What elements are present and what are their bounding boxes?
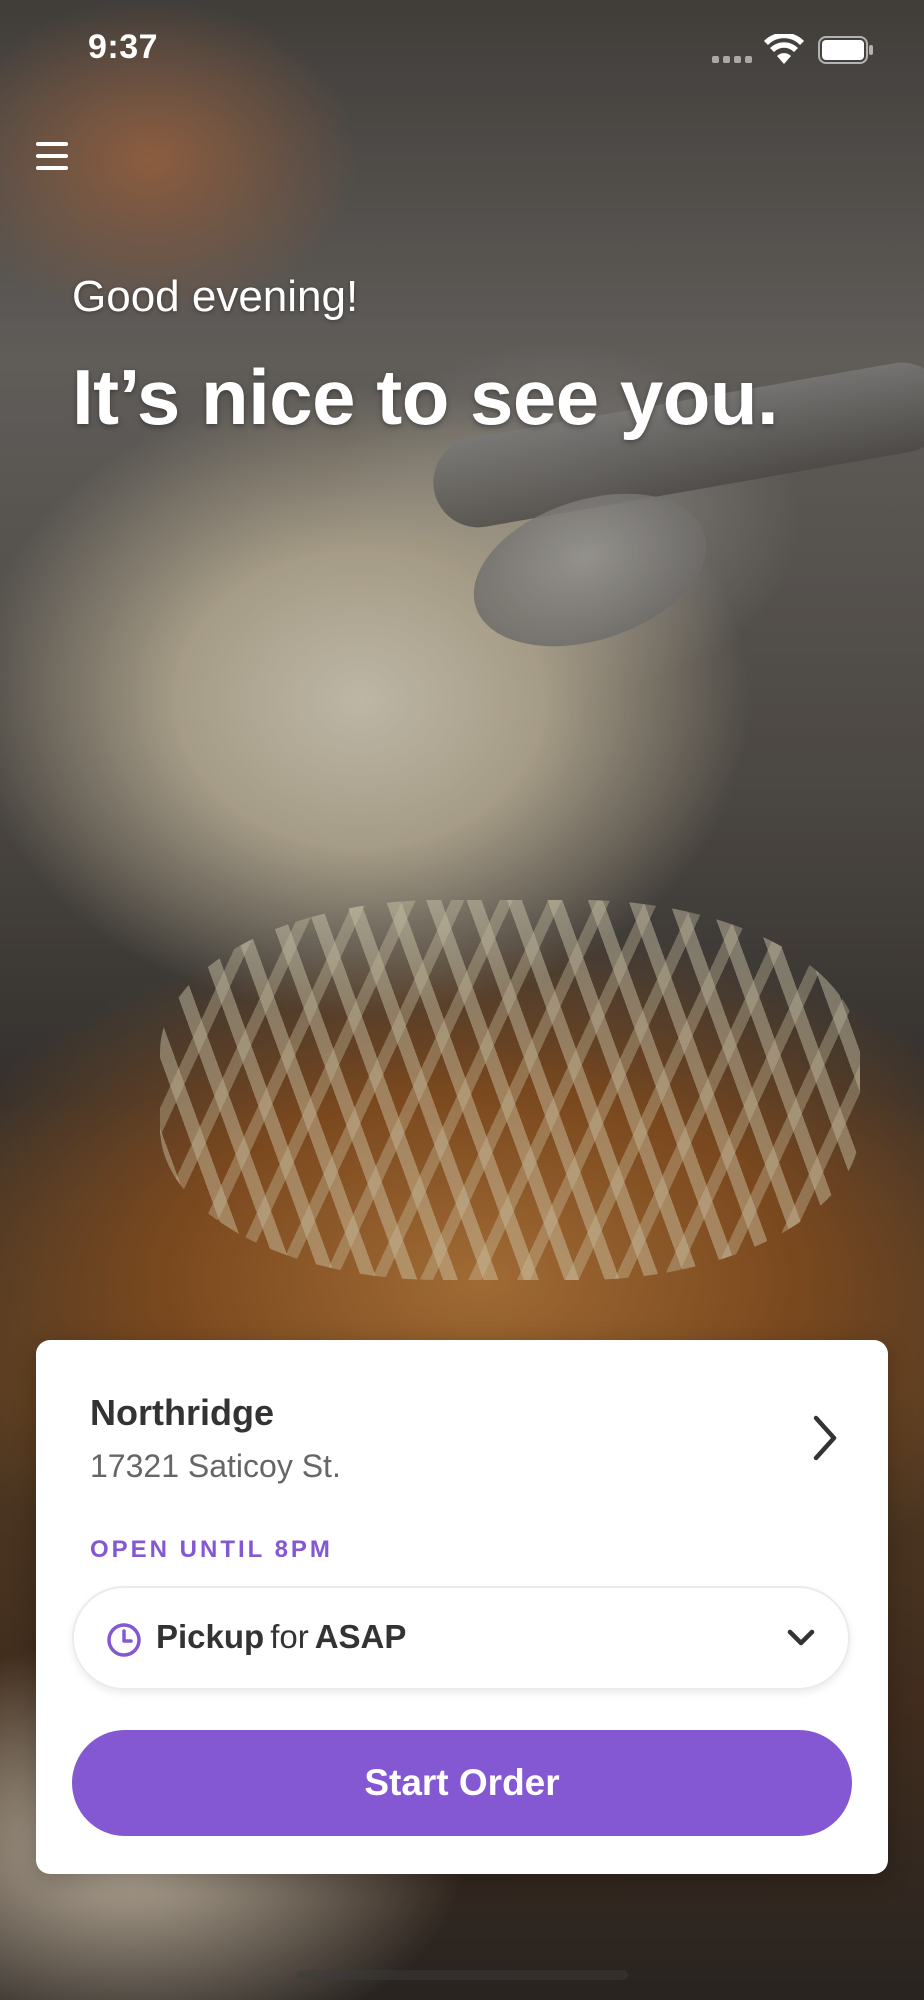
location-selector[interactable]: Northridge 17321 Saticoy St. [36, 1340, 888, 1530]
chevron-down-icon [787, 1629, 815, 1646]
clock-icon [107, 1623, 141, 1657]
pickup-connector: for [270, 1618, 309, 1655]
location-address: 17321 Saticoy St. [90, 1448, 341, 1484]
location-card: Northridge 17321 Saticoy St. OPEN UNTIL … [36, 1340, 888, 1874]
battery-icon [818, 36, 873, 64]
pickup-time-dropdown[interactable]: Pickup for ASAP [72, 1586, 850, 1690]
chevron-right-icon [813, 1415, 837, 1461]
pickup-mode: Pickup [156, 1618, 265, 1655]
start-order-button[interactable]: Start Order [72, 1730, 852, 1836]
headline-text: It’s nice to see you. [72, 353, 779, 441]
greeting-text: Good evening! [72, 272, 359, 321]
home-indicator[interactable] [296, 1970, 628, 1980]
location-name: Northridge [90, 1392, 274, 1433]
pickup-time: ASAP [314, 1618, 407, 1655]
hamburger-menu-icon[interactable] [30, 134, 78, 182]
wifi-icon [764, 34, 804, 64]
hours-status: OPEN UNTIL 8PM [90, 1536, 333, 1563]
status-time: 9:37 [88, 28, 159, 66]
status-bar: 9:37 [0, 0, 924, 100]
pickup-text: Pickup for ASAP [156, 1618, 406, 1656]
signal-icon [712, 56, 754, 64]
